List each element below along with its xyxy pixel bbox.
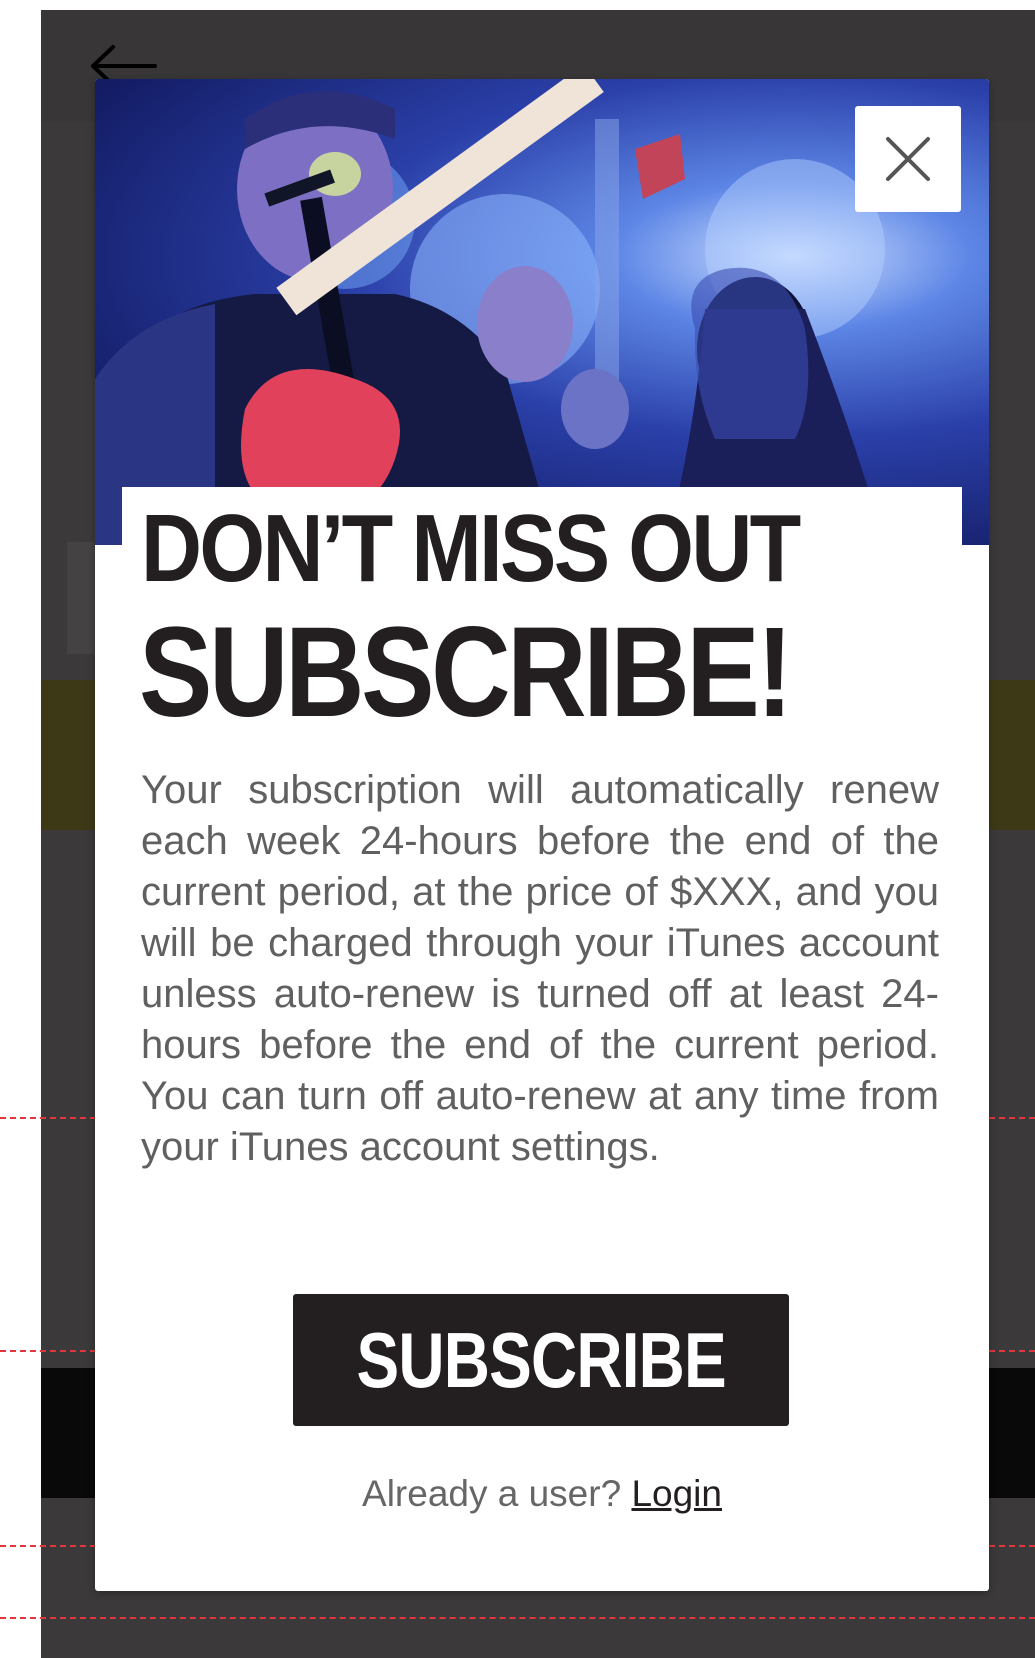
subscribe-modal: DON’T MISS OUT SUBSCRIBE! Your subscript… [95, 79, 989, 1591]
headline: DON’T MISS OUT [141, 495, 801, 602]
subscribe-button-label: SUBSCRIBE [356, 1315, 726, 1404]
close-button[interactable] [855, 106, 961, 212]
close-icon[interactable] [885, 136, 931, 182]
subscribe-button[interactable]: SUBSCRIBE [293, 1294, 789, 1426]
modal-title: SUBSCRIBE! [139, 601, 793, 744]
login-prompt-row: Already a user? Login [95, 1473, 989, 1515]
login-prompt-text: Already a user? [362, 1473, 622, 1514]
guide-line [0, 1617, 1035, 1619]
login-link[interactable]: Login [631, 1473, 722, 1514]
subscription-terms-text: Your subscription will automatically ren… [141, 768, 939, 1169]
